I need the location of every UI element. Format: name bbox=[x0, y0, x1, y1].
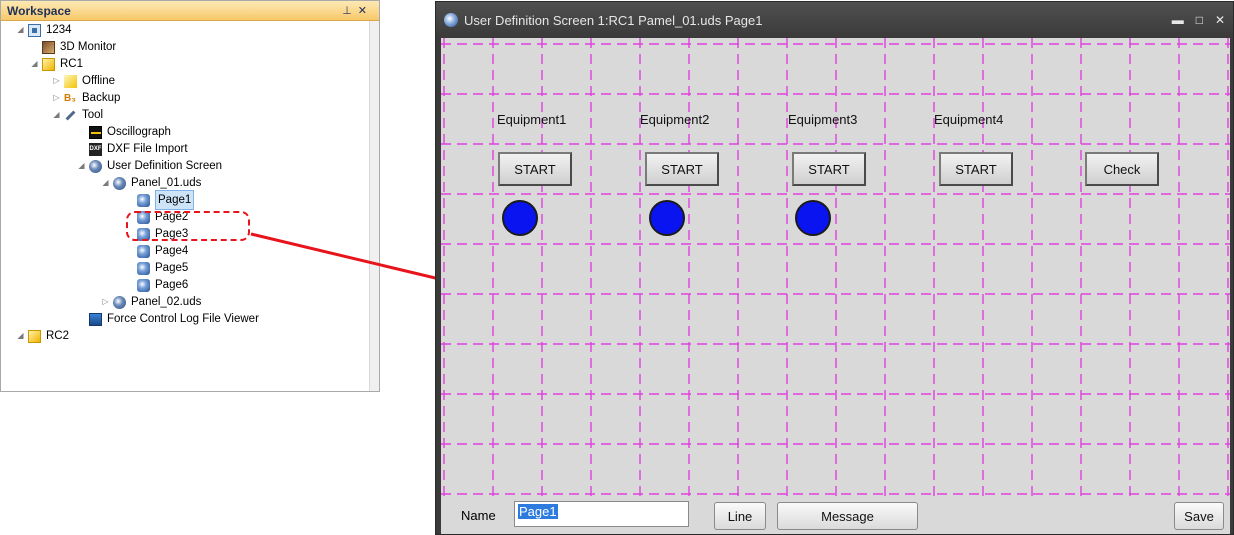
equipment-label-3: Equipment3 bbox=[788, 112, 858, 127]
maximize-icon[interactable]: □ bbox=[1196, 13, 1203, 27]
line-button[interactable]: Line bbox=[714, 502, 766, 530]
app-icon bbox=[444, 13, 458, 27]
status-lamp-2 bbox=[649, 200, 685, 236]
bottom-bar: Name Page1 Line Message Save bbox=[441, 496, 1230, 534]
start-button-1[interactable]: START bbox=[498, 152, 572, 186]
window-title: User Definition Screen 1:RC1 Pamel_01.ud… bbox=[464, 12, 763, 28]
collapse-icon[interactable]: ◢ bbox=[15, 327, 26, 345]
name-label: Name bbox=[461, 508, 496, 523]
start-button-3[interactable]: START bbox=[792, 152, 866, 186]
tree-node-rc2[interactable]: ◢ RC2 bbox=[15, 327, 69, 345]
uds-window: User Definition Screen 1:RC1 Pamel_01.ud… bbox=[435, 1, 1234, 535]
check-button[interactable]: Check bbox=[1085, 152, 1159, 186]
message-button[interactable]: Message bbox=[777, 502, 918, 530]
tree-node-force-log-viewer[interactable]: Force Control Log File Viewer bbox=[87, 310, 259, 328]
start-button-4[interactable]: START bbox=[939, 152, 1013, 186]
equipment-label-2: Equipment2 bbox=[640, 112, 710, 127]
status-lamp-3 bbox=[795, 200, 831, 236]
start-button-2[interactable]: START bbox=[645, 152, 719, 186]
window-titlebar[interactable]: User Definition Screen 1:RC1 Pamel_01.ud… bbox=[436, 2, 1233, 38]
close-icon[interactable]: ✕ bbox=[1215, 13, 1225, 27]
controller-icon bbox=[28, 329, 41, 343]
status-lamp-1 bbox=[502, 200, 538, 236]
design-canvas[interactable]: Equipment1 Equipment2 Equipment3 Equipme… bbox=[441, 38, 1230, 496]
minimize-icon[interactable]: ▬ bbox=[1172, 13, 1184, 27]
equipment-label-1: Equipment1 bbox=[497, 112, 567, 127]
force-log-icon bbox=[89, 312, 102, 326]
grid-lines bbox=[441, 38, 1230, 496]
name-input[interactable]: Page1 bbox=[514, 501, 689, 527]
save-button[interactable]: Save bbox=[1174, 502, 1224, 530]
equipment-label-4: Equipment4 bbox=[934, 112, 1004, 127]
